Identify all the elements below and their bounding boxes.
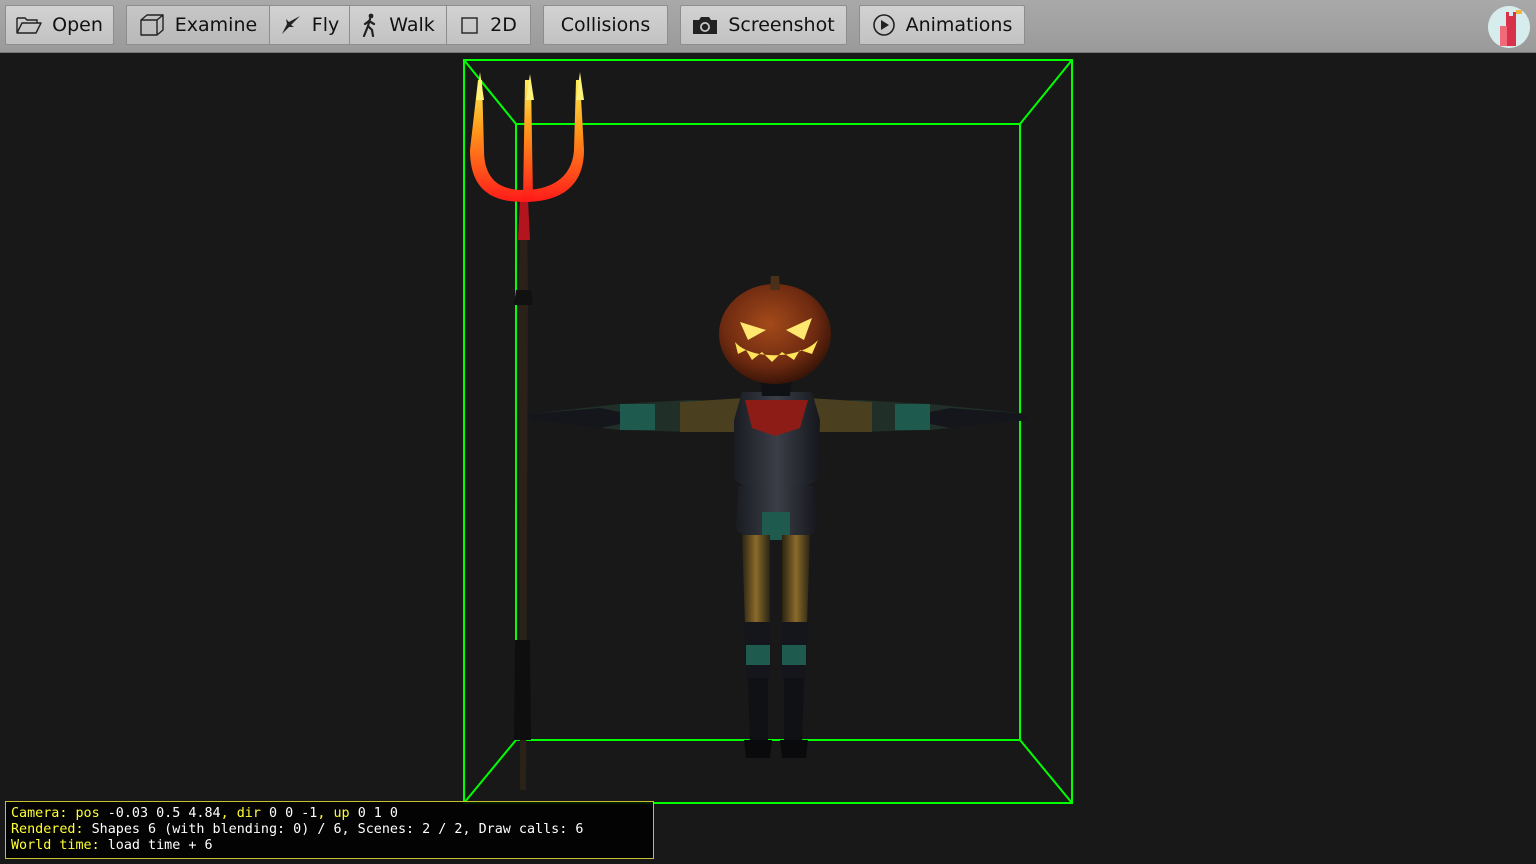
fly-label: Fly — [311, 14, 340, 36]
pos-key: pos — [75, 806, 100, 821]
hud-line-rendered: Rendered: Shapes 6 (with blending: 0) / … — [11, 822, 653, 838]
examine-button[interactable]: Examine — [126, 5, 270, 45]
two-d-button[interactable]: 2D — [446, 5, 531, 45]
walk-label: Walk — [389, 14, 435, 36]
open-label: Open — [52, 14, 103, 36]
walking-person-icon — [361, 13, 379, 37]
screenshot-button[interactable]: Screenshot — [680, 5, 847, 45]
toolbar: Open Examine Fly Walk 2D Collisions Scre… — [0, 0, 1536, 53]
square-icon — [460, 15, 480, 35]
pos-value: -0.03 0.5 4.84 — [107, 806, 221, 821]
animations-label: Animations — [905, 14, 1013, 36]
dir-key: , dir — [220, 806, 261, 821]
rendered-value: Shapes 6 (with blending: 0) / 6, Scenes:… — [91, 822, 584, 837]
hud-line-world-time: World time: load time + 6 — [11, 838, 653, 854]
3d-viewport[interactable] — [0, 53, 1536, 864]
folder-icon — [16, 15, 42, 35]
hud-line-camera: Camera: pos -0.03 0.5 4.84, dir 0 0 -1, … — [11, 806, 653, 822]
trident — [470, 72, 584, 790]
camera-key: Camera: — [11, 806, 68, 821]
scene-canvas — [463, 59, 1073, 804]
world-time-key: World time: — [11, 838, 100, 853]
scarecrow-model — [530, 276, 1028, 758]
collisions-label: Collisions — [560, 14, 651, 36]
animations-button[interactable]: Animations — [859, 5, 1025, 45]
rendered-key: Rendered: — [11, 822, 84, 837]
collisions-button[interactable]: Collisions — [543, 5, 668, 45]
walk-button[interactable]: Walk — [349, 5, 447, 45]
up-key: , up — [317, 806, 350, 821]
play-circle-icon — [872, 13, 896, 37]
plane-icon — [280, 14, 302, 36]
fly-button[interactable]: Fly — [269, 5, 350, 45]
dir-value: 0 0 -1 — [269, 806, 318, 821]
world-time-value: load time + 6 — [107, 838, 213, 853]
examine-label: Examine — [174, 14, 258, 36]
camera-info-panel: Camera: pos -0.03 0.5 4.84, dir 0 0 -1, … — [5, 801, 654, 859]
camera-icon — [692, 15, 718, 35]
open-button[interactable]: Open — [5, 5, 114, 45]
cube-icon — [139, 13, 165, 37]
screenshot-label: Screenshot — [728, 14, 835, 36]
two-d-label: 2D — [490, 14, 517, 36]
up-value: 0 1 0 — [357, 806, 398, 821]
castle-logo-icon[interactable] — [1488, 6, 1530, 48]
